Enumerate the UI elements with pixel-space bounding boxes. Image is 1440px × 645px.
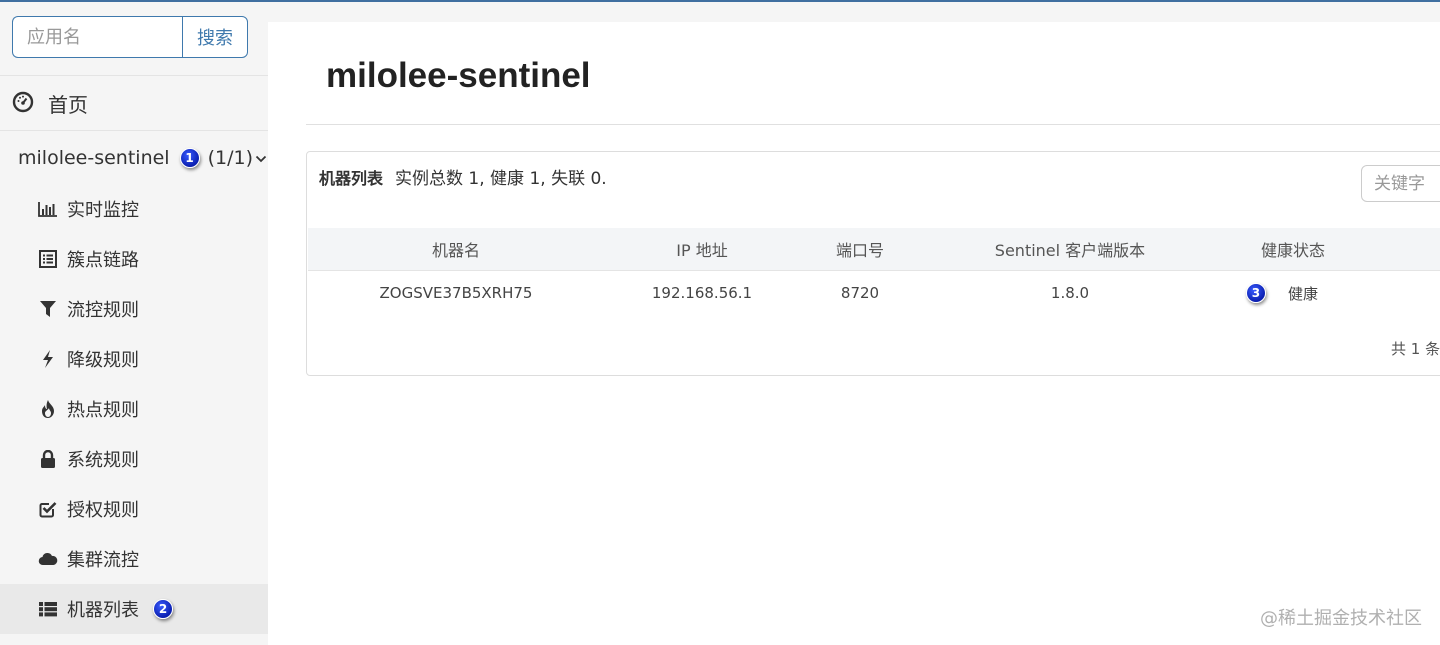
column-header-hostname[interactable]: 机器名: [308, 237, 604, 261]
sidebar-item-system-rules[interactable]: 系统规则: [0, 434, 268, 484]
sidebar-item-home[interactable]: 首页: [0, 77, 268, 130]
title-divider: [306, 124, 1440, 125]
search-button[interactable]: 搜索: [182, 16, 248, 58]
annotation-badge-1: 1: [179, 148, 200, 168]
machine-table: 机器名 IP 地址 端口号 Sentinel 客户端版本 健康状态 ZOGSVE…: [308, 228, 1440, 315]
sidebar-item-machine-list[interactable]: 机器列表 2: [0, 584, 268, 634]
table-row: ZOGSVE37B5XRH75 192.168.56.1 8720 1.8.0 …: [308, 271, 1440, 315]
filter-icon: [38, 299, 58, 319]
cell-hostname: ZOGSVE37B5XRH75: [379, 284, 533, 302]
annotation-badge-3: 3: [1245, 283, 1266, 303]
cloud-icon: [38, 549, 58, 569]
main-content: milolee-sentinel 机器列表 实例总数 1, 健康 1, 失联 0…: [268, 22, 1440, 645]
app-instance-count: (1/1): [207, 147, 253, 169]
column-header-ip[interactable]: IP 地址: [604, 237, 800, 261]
bolt-icon: [38, 349, 58, 369]
sidebar-item-label: 系统规则: [67, 450, 139, 471]
table-header: 机器名 IP 地址 端口号 Sentinel 客户端版本 健康状态: [308, 228, 1440, 271]
watermark: @稀土掘金技术社区: [1260, 608, 1422, 629]
sidebar-item-label: 首页: [48, 93, 88, 117]
lock-icon: [38, 449, 58, 469]
sidebar-item-label: 机器列表: [67, 600, 139, 621]
column-header-health[interactable]: 健康状态: [1220, 237, 1366, 261]
app-search-input[interactable]: [12, 16, 182, 58]
dashboard-icon: [12, 91, 34, 117]
bar-chart-icon: [38, 199, 58, 219]
sidebar-item-label: 实时监控: [67, 200, 139, 221]
sidebar-divider: [0, 75, 268, 76]
cell-health: 3 健康: [1220, 283, 1366, 304]
sidebar-item-label: 热点规则: [67, 400, 139, 421]
column-header-version[interactable]: Sentinel 客户端版本: [920, 237, 1220, 261]
sidebar-item-cluster-flow[interactable]: 集群流控: [0, 534, 268, 584]
sidebar-item-label: 降级规则: [67, 350, 139, 371]
panel-header: 机器列表 实例总数 1, 健康 1, 失联 0.: [319, 164, 607, 189]
machine-list-panel: 机器列表 实例总数 1, 健康 1, 失联 0. 机器名 IP 地址 端口号 S…: [306, 151, 1440, 376]
sidebar-item-authority-rules[interactable]: 授权规则: [0, 484, 268, 534]
cell-ip: 192.168.56.1: [651, 284, 753, 302]
page-title: milolee-sentinel: [326, 56, 591, 95]
instance-summary: 实例总数 1, 健康 1, 失联 0.: [395, 169, 607, 189]
sidebar-item-cluster-point-link[interactable]: 簇点链路: [0, 234, 268, 284]
sidebar-item-label: 授权规则: [67, 500, 139, 521]
app-name: milolee-sentinel: [18, 147, 170, 169]
keyword-search-input[interactable]: [1361, 165, 1440, 202]
column-header-port[interactable]: 端口号: [800, 237, 920, 261]
sidebar-item-degrade-rules[interactable]: 降级规则: [0, 334, 268, 384]
fire-icon: [38, 399, 58, 419]
sidebar-divider: [0, 130, 268, 131]
app-menu: 实时监控 簇点链路 流控规则 降级规则 热点规则 系统规则 授权规则 集群流控 …: [0, 184, 268, 634]
cell-version: 1.8.0: [1050, 284, 1090, 302]
panel-title: 机器列表: [319, 169, 384, 188]
cell-port: 8720: [840, 284, 880, 302]
list-icon: [38, 249, 58, 269]
sidebar-item-flow-rules[interactable]: 流控规则: [0, 284, 268, 334]
app-search: 搜索: [12, 16, 248, 58]
sidebar-item-hotspot-rules[interactable]: 热点规则: [0, 384, 268, 434]
health-status-text: 健康: [1287, 284, 1318, 303]
th-list-icon: [38, 599, 58, 619]
sidebar-item-label: 集群流控: [67, 550, 139, 571]
chevron-down-icon: [255, 149, 267, 168]
annotation-badge-2: 2: [153, 599, 173, 619]
sidebar-item-realtime-monitor[interactable]: 实时监控: [0, 184, 268, 234]
pagination-total: 共 1 条: [1391, 340, 1440, 358]
sidebar: 搜索 首页 milolee-sentinel 1 (1/1): [0, 2, 268, 645]
sidebar-app-milolee-sentinel[interactable]: milolee-sentinel 1 (1/1): [0, 132, 268, 184]
sidebar-item-label: 流控规则: [67, 300, 139, 321]
sidebar-item-label: 簇点链路: [67, 250, 139, 271]
check-square-icon: [38, 499, 58, 519]
